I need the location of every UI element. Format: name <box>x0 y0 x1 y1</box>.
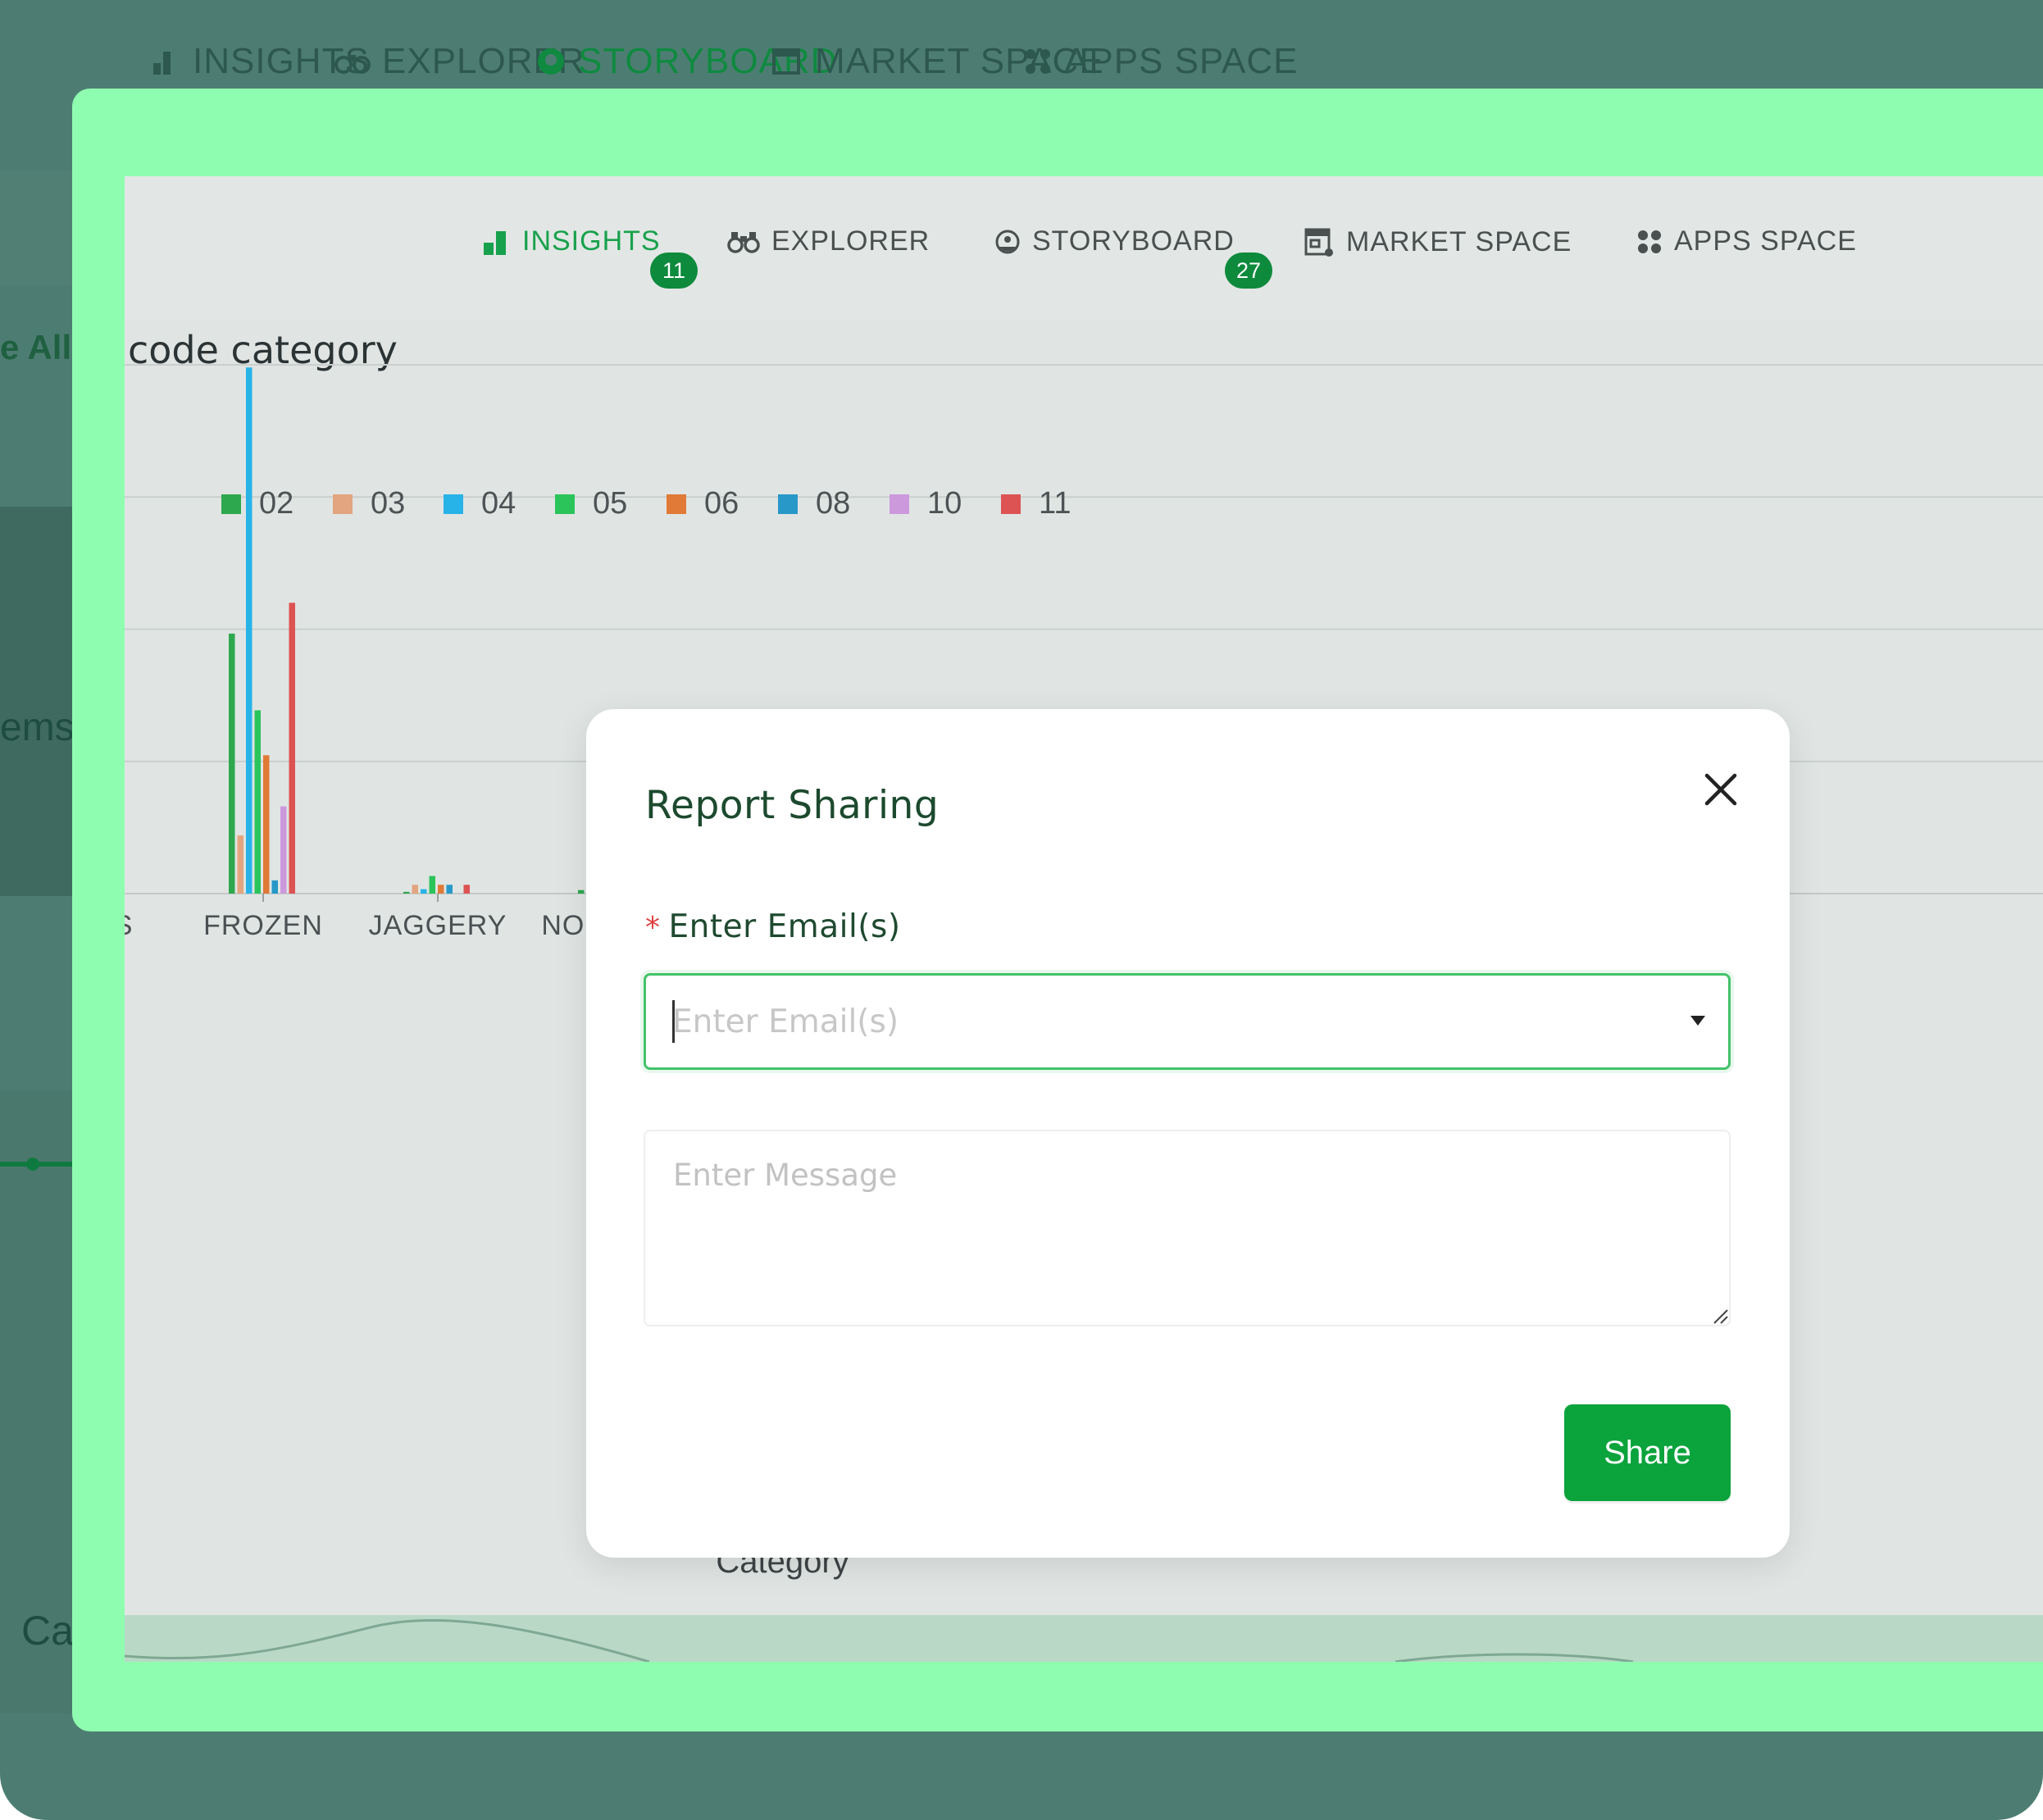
legend-label: 05 <box>593 486 628 521</box>
legend-label: 10 <box>927 486 962 521</box>
apps-grid-icon <box>1026 49 1050 74</box>
legend-label: 11 <box>1039 486 1072 521</box>
email-select[interactable] <box>644 973 1731 1070</box>
x-tick-label: RINKS <box>125 910 133 941</box>
bar-05[interactable] <box>254 710 262 894</box>
legend-item-02[interactable]: 02 <box>221 486 293 521</box>
bar-chart-icon <box>153 52 171 75</box>
legend-label: 03 <box>371 486 406 521</box>
legend-item-03[interactable]: 03 <box>333 486 405 521</box>
close-icon <box>1704 773 1737 806</box>
legend-swatch <box>555 494 575 514</box>
legend-label: 06 <box>704 486 739 521</box>
bar-04[interactable] <box>246 367 253 894</box>
background-text: e All <box>0 328 72 366</box>
legend-label: 08 <box>816 486 851 521</box>
legend-swatch <box>444 494 463 514</box>
background-slider <box>0 1158 74 1171</box>
binoculars-icon <box>334 55 371 74</box>
bar-03[interactable] <box>412 885 419 894</box>
bar-08[interactable] <box>271 880 279 894</box>
storyboard-icon <box>538 48 564 75</box>
bar-06[interactable] <box>263 755 270 894</box>
message-textarea[interactable] <box>644 1130 1731 1326</box>
email-field-label: * Enter Email(s) <box>645 908 901 945</box>
background-nav-label: APPS SPACE <box>1064 41 1299 81</box>
market-icon <box>772 48 800 75</box>
legend-item-10[interactable]: 10 <box>890 486 962 521</box>
bar-02[interactable] <box>229 633 235 894</box>
modal-title: Report Sharing <box>645 783 940 828</box>
legend-label: 04 <box>481 486 516 521</box>
bar-03[interactable] <box>237 835 244 894</box>
legend-swatch <box>890 494 909 514</box>
bar-02[interactable] <box>403 891 410 894</box>
required-asterisk: * <box>645 911 661 944</box>
bar-04[interactable] <box>421 889 427 894</box>
legend-item-04[interactable]: 04 <box>444 486 516 521</box>
x-tick-label: JAGGERY <box>369 910 507 941</box>
bar-02[interactable] <box>578 890 585 894</box>
resize-handle-icon[interactable] <box>1711 1307 1729 1325</box>
legend-item-06[interactable]: 06 <box>667 486 739 521</box>
email-field-label-text: Enter Email(s) <box>668 908 901 945</box>
background-text: Ca <box>21 1608 74 1654</box>
x-tick-label: FROZEN <box>203 910 323 941</box>
background-panel <box>0 507 74 896</box>
dropdown-arrow-icon[interactable] <box>1686 1008 1710 1033</box>
bar-06[interactable] <box>438 885 444 894</box>
bar-11[interactable] <box>289 603 296 894</box>
legend-label: 02 <box>259 486 294 521</box>
bar-05[interactable] <box>429 876 436 894</box>
legend-item-08[interactable]: 08 <box>778 486 850 521</box>
bar-11[interactable] <box>463 885 471 894</box>
app-window: INSIGHTS 11 EXPLORER STORYBOARD 27 MARKE… <box>125 176 2043 1662</box>
email-input[interactable] <box>672 976 1640 1067</box>
background-text: ems <box>0 706 75 749</box>
background-panel <box>0 171 74 285</box>
legend-swatch <box>333 494 353 514</box>
text-cursor <box>672 1000 675 1043</box>
share-button[interactable]: Share <box>1564 1404 1731 1501</box>
legend-swatch <box>667 494 686 514</box>
legend-item-05[interactable]: 05 <box>555 486 627 521</box>
bar-10[interactable] <box>280 806 287 894</box>
legend-item-11[interactable]: 11 <box>1001 486 1071 521</box>
legend-swatch <box>1001 494 1021 514</box>
legend-swatch <box>778 494 798 514</box>
chart-range-slider[interactable] <box>125 1615 2043 1662</box>
close-button[interactable] <box>1691 760 1750 819</box>
background-nav-apps: APPS SPACE <box>1023 41 1299 82</box>
bar-08[interactable] <box>446 885 453 894</box>
report-sharing-modal: Report Sharing *Enter Email(s) Share <box>586 709 1790 1558</box>
range-slider-preview <box>125 1618 1634 1662</box>
legend-swatch <box>221 494 241 514</box>
